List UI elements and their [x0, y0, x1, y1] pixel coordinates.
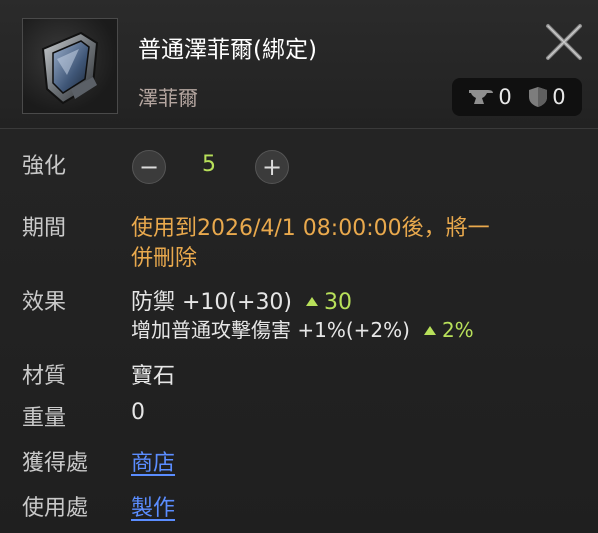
- plus-icon: +: [261, 153, 283, 181]
- shield-count: 0: [552, 85, 566, 109]
- shield-icon: [529, 87, 548, 107]
- row-enhance: 強化 − 5 +: [0, 146, 598, 186]
- row-obtain: 獲得處 商店: [0, 443, 598, 477]
- item-tooltip-panel: 普通澤菲爾(綁定) 澤菲爾 0 0 強化 − 5 + 期間 使用到2026/4/…: [0, 0, 598, 533]
- increase-triangle-icon: [306, 297, 319, 306]
- row-period: 期間 使用到2026/4/1 08:00:00後，將一 併刪除: [0, 208, 598, 271]
- item-image: [41, 31, 99, 105]
- enhance-label: 強化: [22, 154, 67, 179]
- anvil-stat: 0: [468, 85, 512, 109]
- enhance-plus-button[interactable]: +: [255, 150, 289, 184]
- weight-label: 重量: [22, 406, 67, 431]
- material-value: 寶石: [131, 364, 176, 389]
- item-name: 普通澤菲爾(綁定): [138, 37, 317, 63]
- row-material: 材質 寶石: [0, 356, 598, 390]
- enhance-level: 5: [202, 152, 216, 177]
- effect-line2-text: 增加普通攻擊傷害 +1%(+2%): [131, 318, 410, 342]
- anvil-icon: [469, 90, 494, 104]
- effect-line2-delta: 2%: [441, 318, 474, 342]
- period-line1: 使用到2026/4/1 08:00:00後，將一: [131, 216, 490, 241]
- row-effect: 效果 防禦 +10(+30) 30 增加普通攻擊傷害 +1%(+2%) 2%: [0, 282, 598, 344]
- anvil-count: 0: [498, 85, 512, 109]
- increase-triangle-icon: [423, 325, 436, 335]
- row-weight: 重量 0: [0, 398, 598, 432]
- period-label: 期間: [22, 216, 67, 241]
- material-label: 材質: [22, 364, 67, 389]
- item-stats-box: 0 0: [452, 78, 582, 116]
- item-header: 普通澤菲爾(綁定) 澤菲爾 0 0: [0, 0, 598, 129]
- effect-line1: 防禦 +10(+30) 30: [131, 284, 352, 316]
- use-link[interactable]: 製作: [131, 490, 175, 522]
- use-label: 使用處: [22, 496, 89, 521]
- effect-line1-text: 防禦 +10(+30): [131, 290, 293, 315]
- effect-label: 效果: [22, 290, 67, 315]
- close-button[interactable]: [542, 20, 586, 64]
- row-use: 使用處 製作: [0, 488, 598, 522]
- obtain-link[interactable]: 商店: [131, 445, 175, 477]
- period-line2: 併刪除: [131, 246, 198, 271]
- item-thumbnail: [22, 18, 118, 114]
- enhance-minus-button[interactable]: −: [132, 150, 166, 184]
- weight-value: 0: [131, 400, 145, 425]
- obtain-label: 獲得處: [22, 451, 89, 476]
- shield-stat: 0: [528, 85, 566, 109]
- close-icon: [546, 24, 582, 60]
- effect-line1-delta: 30: [324, 290, 353, 315]
- item-type: 澤菲爾: [138, 86, 198, 110]
- minus-icon: −: [138, 153, 160, 181]
- effect-line2: 增加普通攻擊傷害 +1%(+2%) 2%: [131, 314, 474, 343]
